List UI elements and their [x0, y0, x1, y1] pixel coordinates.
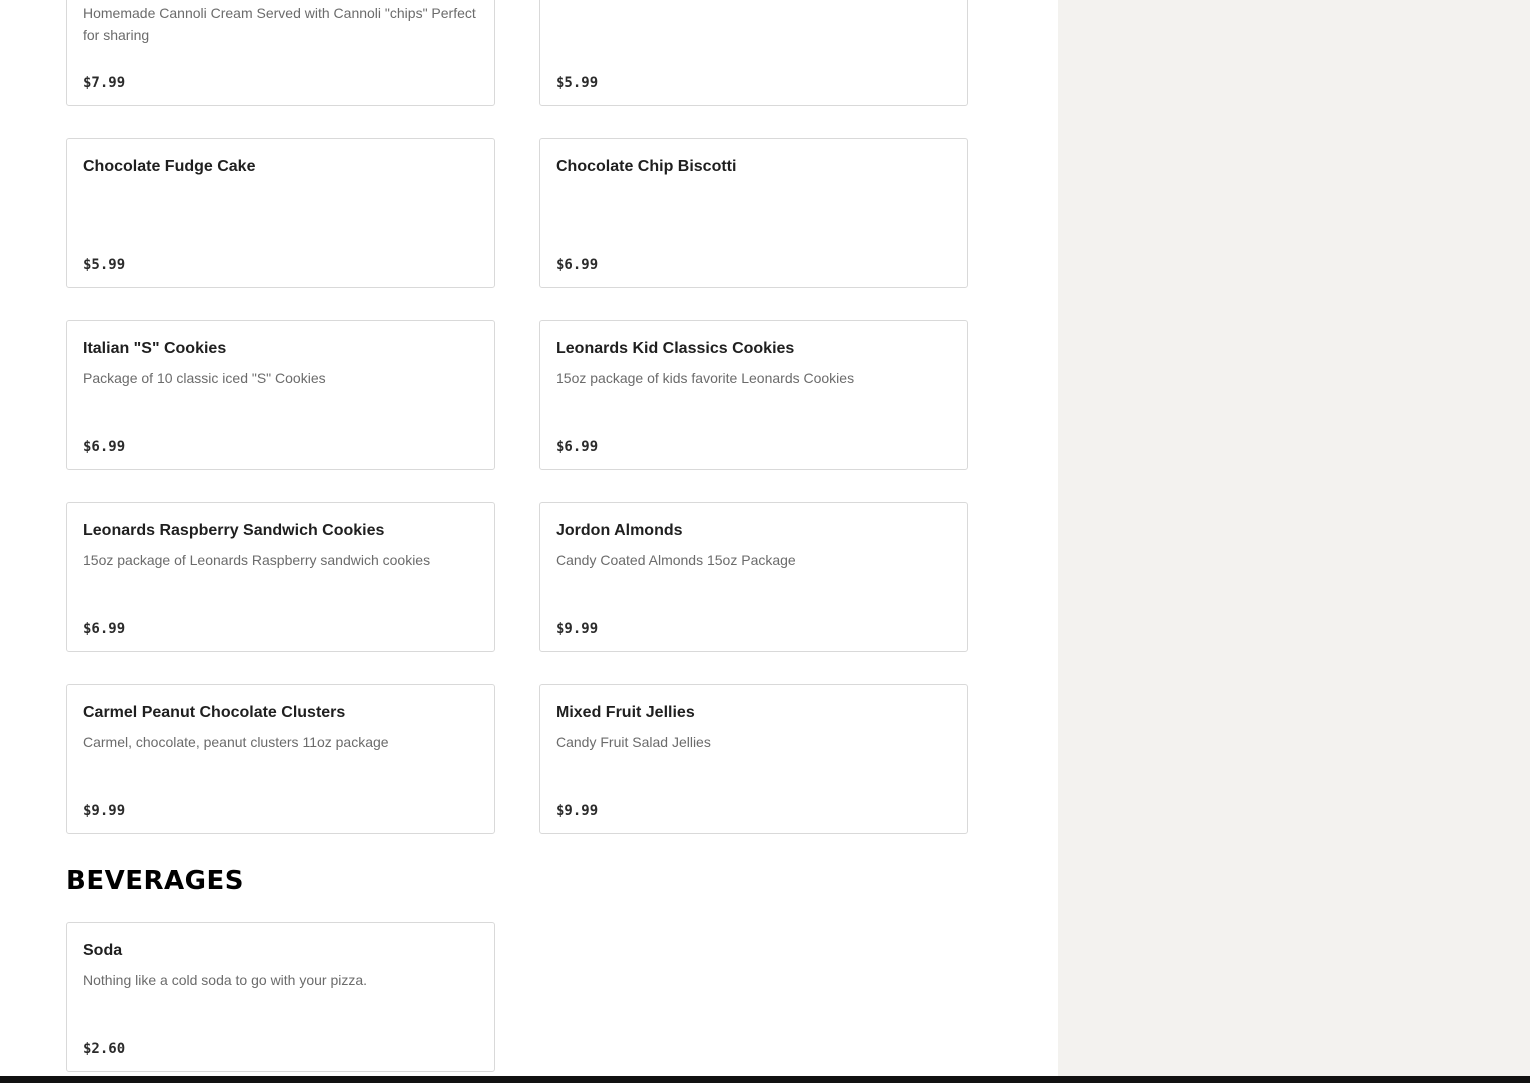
menu-item-name: Leonards Raspberry Sandwich Cookies	[83, 522, 385, 539]
menu-item-card[interactable]: Homemade Cannoli Cream Served with Canno…	[66, 0, 495, 106]
menu-item-card[interactable]: Chocolate Chip Biscotti $6.99	[539, 138, 968, 288]
menu-item-name: Italian "S" Cookies	[83, 340, 227, 357]
menu-item-description: Package of 10 classic iced "S" Cookies	[83, 370, 326, 386]
menu-item-price: $6.99	[556, 439, 599, 455]
menu-item-name: Carmel Peanut Chocolate Clusters	[83, 704, 346, 721]
menu-list: Homemade Cannoli Cream Served with Canno…	[0, 0, 1058, 1083]
menu-item-price: $9.99	[556, 803, 599, 819]
menu-item-name: Jordon Almonds	[556, 522, 683, 539]
section-title-beverages: BEVERAGES	[66, 866, 244, 896]
menu-item-card[interactable]: Leonards Kid Classics Cookies 15oz packa…	[539, 320, 968, 470]
menu-item-description: Candy Fruit Salad Jellies	[556, 734, 711, 750]
menu-item-description: Homemade Cannoli Cream Served with Canno…	[83, 5, 476, 43]
menu-item-price: $9.99	[556, 621, 599, 637]
menu-item-description: Candy Coated Almonds 15oz Package	[556, 552, 796, 568]
menu-item-name: Chocolate Fudge Cake	[83, 158, 256, 175]
menu-item-name: Leonards Kid Classics Cookies	[556, 340, 795, 357]
menu-item-card[interactable]: Chocolate Fudge Cake $5.99	[66, 138, 495, 288]
menu-item-description: 15oz package of Leonards Raspberry sandw…	[83, 552, 431, 568]
menu-item-description: 15oz package of kids favorite Leonards C…	[556, 370, 855, 386]
menu-item-card[interactable]: Italian "S" Cookies Package of 10 classi…	[66, 320, 495, 470]
menu-item-price: $6.99	[83, 439, 126, 455]
menu-item-card[interactable]: $5.99	[539, 0, 968, 106]
menu-item-price: $5.99	[556, 75, 599, 91]
menu-item-name: Chocolate Chip Biscotti	[556, 158, 737, 175]
menu-item-name: Soda	[83, 942, 123, 959]
menu-item-price: $2.60	[83, 1041, 126, 1057]
side-panel	[1058, 0, 1530, 1083]
menu-page: Homemade Cannoli Cream Served with Canno…	[0, 0, 1530, 1083]
menu-item-card[interactable]: Leonards Raspberry Sandwich Cookies 15oz…	[66, 502, 495, 652]
menu-item-description: Nothing like a cold soda to go with your…	[83, 972, 368, 988]
menu-item-description: Carmel, chocolate, peanut clusters 11oz …	[83, 734, 389, 750]
menu-item-card[interactable]: Jordon Almonds Candy Coated Almonds 15oz…	[539, 502, 968, 652]
menu-item-price: $6.99	[83, 621, 126, 637]
menu-item-price: $9.99	[83, 803, 126, 819]
menu-item-card[interactable]: Mixed Fruit Jellies Candy Fruit Salad Je…	[539, 684, 968, 834]
menu-item-card[interactable]: Soda Nothing like a cold soda to go with…	[66, 922, 495, 1072]
menu-item-price: $5.99	[83, 257, 126, 273]
bottom-bar	[0, 1076, 1530, 1083]
menu-item-price: $7.99	[83, 75, 126, 91]
menu-item-name: Mixed Fruit Jellies	[556, 704, 695, 721]
menu-item-price: $6.99	[556, 257, 599, 273]
menu-item-card[interactable]: Carmel Peanut Chocolate Clusters Carmel,…	[66, 684, 495, 834]
